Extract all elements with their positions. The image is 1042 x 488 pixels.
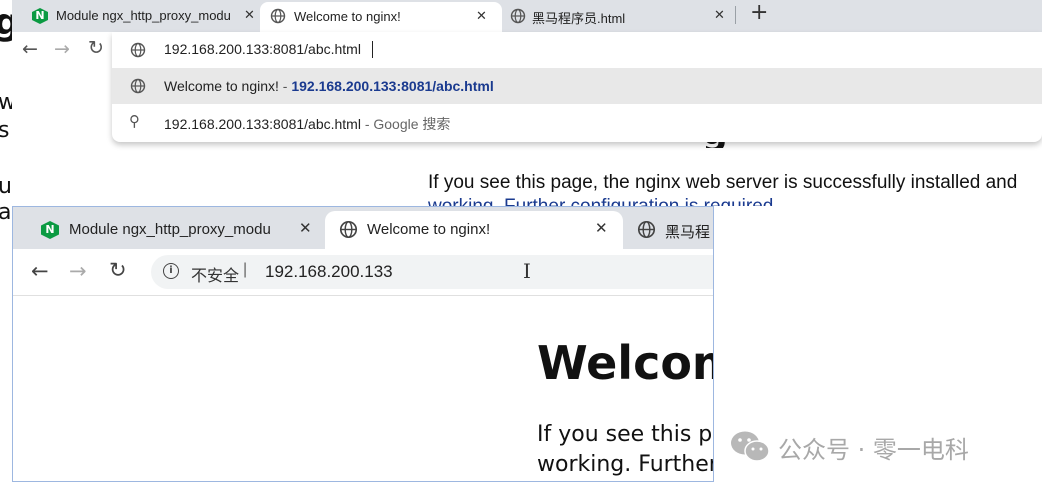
address-input[interactable]: 192.168.200.133	[265, 262, 393, 282]
front-tab-welcome[interactable]: Welcome to nginx! ✕	[325, 211, 623, 249]
address-input[interactable]: 192.168.200.133:8081/abc.html	[164, 41, 361, 57]
tab-title: 黑马程序员.html	[532, 11, 626, 26]
globe-icon	[130, 78, 146, 94]
reload-icon[interactable]: ↻	[109, 258, 127, 282]
fragment-a: a	[0, 200, 12, 225]
new-tab-button[interactable]: +	[750, 2, 768, 24]
address-separator: |	[243, 261, 248, 278]
tab-title: Module ngx_http_proxy_modu	[56, 8, 231, 23]
text-caret	[372, 41, 373, 58]
body-line-1: If you see this page, the nginx web serv…	[428, 172, 1018, 193]
forward-arrow-icon[interactable]: →	[54, 38, 70, 60]
globe-icon	[637, 220, 656, 239]
front-tab-heima[interactable]: 黑马程	[625, 211, 713, 247]
info-icon[interactable]: i	[163, 263, 179, 279]
back-tab-strip: N Module ngx_http_proxy_modu ✕ Welcome t…	[12, 0, 1042, 32]
back-tab-welcome[interactable]: Welcome to nginx! ✕	[260, 2, 502, 32]
background-page-fragments: g w s u a	[0, 0, 12, 240]
watermark-text: 公众号 · 零一电科	[778, 436, 969, 464]
close-icon[interactable]: ✕	[299, 221, 312, 236]
front-browser-window: N Module ngx_http_proxy_modu ✕ Welcome t…	[12, 206, 714, 482]
address-row[interactable]: 192.168.200.133:8081/abc.html	[112, 32, 1042, 68]
suggestion-row-history[interactable]: Welcome to nginx! - 192.168.200.133:8081…	[112, 68, 1042, 104]
fragment-u: u	[0, 174, 12, 199]
suggestion-row-search[interactable]: ⚲ 192.168.200.133:8081/abc.html - Google…	[112, 104, 1042, 140]
close-icon[interactable]: ✕	[595, 221, 608, 236]
back-arrow-icon[interactable]: ←	[31, 259, 49, 283]
wechat-icon	[731, 431, 770, 462]
close-icon[interactable]: ✕	[244, 9, 255, 22]
body-line-2: working. Further configuration is requir…	[428, 196, 779, 206]
reload-icon[interactable]: ↻	[88, 37, 104, 59]
suggestion-query: 192.168.200.133:8081/abc.html	[164, 116, 361, 132]
address-bar[interactable]: i 不安全 | 192.168.200.133 I	[151, 255, 713, 289]
nginx-icon: N	[32, 8, 48, 24]
body-line-1: If you see this page, the nginx web serv…	[537, 422, 713, 447]
suggestion-separator: -	[278, 78, 292, 94]
fragment-g: g	[0, 2, 12, 43]
globe-icon	[130, 42, 146, 58]
front-page-content: Welcome to nginx! If you see this page, …	[13, 296, 713, 481]
text-cursor-icon: I	[523, 259, 531, 283]
front-toolbar: ← → ↻ i 不安全 | 192.168.200.133 I	[13, 249, 713, 296]
front-tab-strip: N Module ngx_http_proxy_modu ✕ Welcome t…	[13, 207, 713, 249]
search-icon: ⚲	[129, 112, 140, 130]
heading-fragment: g	[702, 142, 732, 148]
security-label[interactable]: 不安全	[191, 262, 239, 286]
fragment-w: w	[0, 90, 12, 115]
tab-title: 黑马程	[665, 224, 711, 241]
fragment-s: s	[0, 118, 10, 143]
back-browser-window: g w s u a N Module ngx_http_proxy_modu ✕…	[0, 0, 1042, 225]
tab-divider	[735, 6, 736, 24]
forward-arrow-icon[interactable]: →	[69, 259, 87, 283]
close-icon[interactable]: ✕	[476, 10, 487, 23]
omnibox-dropdown: 192.168.200.133:8081/abc.html Welcome to…	[112, 32, 1042, 142]
suggestion-url: 192.168.200.133:8081/abc.html	[291, 78, 494, 94]
globe-icon	[339, 220, 358, 239]
close-icon[interactable]: ✕	[714, 9, 725, 22]
back-arrow-icon[interactable]: ←	[22, 38, 38, 60]
suggestion-suffix: - Google 搜索	[360, 116, 451, 132]
globe-icon	[270, 8, 286, 24]
back-tab-heima[interactable]: 黑马程序员.html ✕	[504, 2, 734, 30]
globe-icon	[510, 8, 526, 24]
back-tab-module[interactable]: N Module ngx_http_proxy_modu ✕	[20, 2, 264, 30]
tab-title: Welcome to nginx!	[294, 9, 401, 24]
back-page-content: g If you see this page, the nginx web se…	[12, 142, 1042, 206]
tab-title: Module ngx_http_proxy_modu	[69, 221, 271, 238]
nginx-icon: N	[41, 221, 59, 239]
body-line-2: working. Further configuration is requir…	[537, 452, 713, 477]
suggestion-title: Welcome to nginx!	[164, 78, 279, 94]
front-tab-module[interactable]: N Module ngx_http_proxy_modu ✕	[23, 211, 323, 247]
page-heading: Welcome to nginx!	[537, 336, 713, 390]
tab-title: Welcome to nginx!	[367, 221, 491, 238]
